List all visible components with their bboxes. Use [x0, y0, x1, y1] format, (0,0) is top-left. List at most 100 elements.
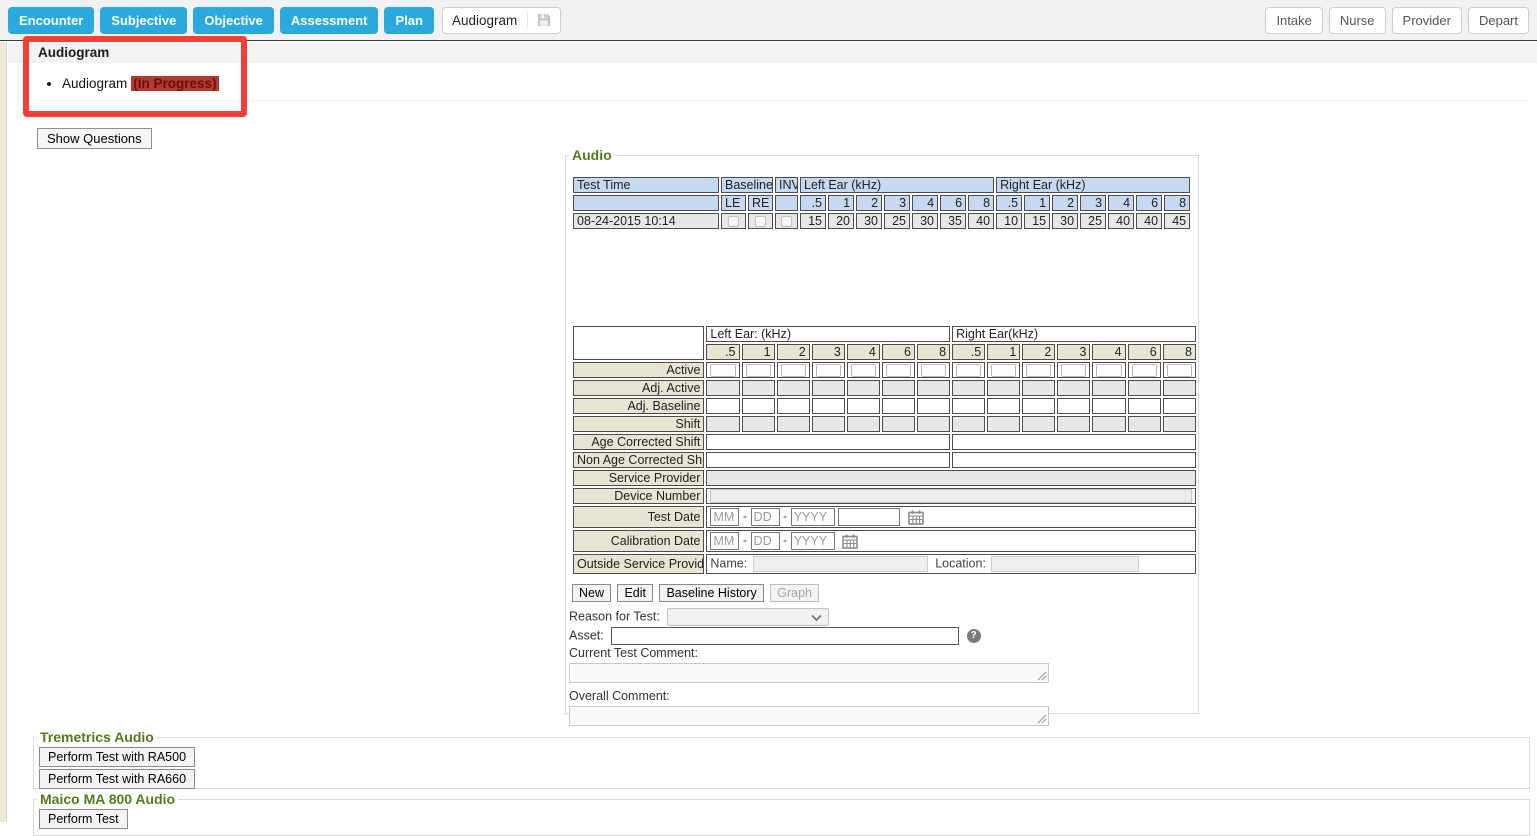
- asset-input[interactable]: [611, 627, 959, 645]
- calibration-date-dd-input[interactable]: [751, 532, 780, 550]
- perform-test-ra660-button[interactable]: Perform Test with RA660: [39, 769, 195, 789]
- right-value: 15: [1024, 213, 1050, 229]
- row-label-service-provider: Service Provider: [573, 470, 704, 486]
- new-button[interactable]: New: [572, 584, 611, 602]
- tab-audiogram[interactable]: Audiogram: [442, 7, 561, 34]
- calibration-date-yyyy-input[interactable]: [791, 532, 835, 550]
- outside-service-provider-row: Outside Service Provider Name: Location:: [573, 554, 1196, 574]
- date-separator: -: [743, 509, 747, 523]
- row-label-shift: Shift: [573, 416, 704, 432]
- calendar-icon[interactable]: [908, 510, 924, 525]
- intake-button[interactable]: Intake: [1265, 7, 1322, 34]
- reason-for-test-label: Reason for Test:: [569, 609, 660, 623]
- date-separator: -: [783, 533, 787, 547]
- adj-baseline-row: Adj. Baseline: [573, 398, 1196, 414]
- active-input[interactable]: [746, 364, 771, 377]
- left-value: 35: [940, 213, 966, 229]
- save-icon[interactable]: [527, 13, 551, 27]
- row-label-age-corrected-shift: Age Corrected Shift: [573, 434, 704, 450]
- freq-header: 6: [1128, 344, 1161, 360]
- maico-audio-panel: Maico MA 800 Audio Perform Test: [33, 791, 1530, 836]
- calendar-icon[interactable]: [842, 534, 858, 549]
- edit-button[interactable]: Edit: [617, 584, 653, 602]
- asset-label: Asset:: [569, 628, 604, 642]
- active-input[interactable]: [1061, 364, 1086, 377]
- freq-header: .5: [706, 344, 739, 360]
- outside-provider-location-input[interactable]: [991, 556, 1139, 572]
- maico-legend: Maico MA 800 Audio: [37, 791, 178, 807]
- freq-header: 3: [1057, 344, 1090, 360]
- right-ear-header: Right Ear(kHz): [952, 326, 1196, 342]
- reason-for-test-select[interactable]: [667, 608, 829, 626]
- col-baseline: Baseline: [721, 177, 773, 193]
- freq-header: 4: [912, 195, 938, 211]
- graph-button: Graph: [770, 584, 819, 602]
- outside-provider-name-input[interactable]: [753, 556, 928, 572]
- age-corrected-shift-row: Age Corrected Shift: [573, 434, 1196, 450]
- left-value: 25: [884, 213, 910, 229]
- row-label-device-number: Device Number: [573, 488, 704, 504]
- col-left-ear: Left Ear (kHz): [800, 177, 994, 193]
- audio-panel-legend: Audio: [569, 147, 615, 163]
- active-input[interactable]: [1132, 364, 1157, 377]
- freq-header: 6: [1136, 195, 1162, 211]
- active-input[interactable]: [781, 364, 806, 377]
- active-input[interactable]: [991, 364, 1016, 377]
- service-provider-row: Service Provider: [573, 470, 1196, 486]
- maico-perform-test-button[interactable]: Perform Test: [39, 809, 128, 829]
- overall-comment-textarea[interactable]: [569, 706, 1049, 726]
- freq-header: 8: [1163, 344, 1196, 360]
- current-test-comment-textarea[interactable]: [569, 663, 1049, 683]
- nurse-button[interactable]: Nurse: [1329, 7, 1386, 34]
- audiogram-document-link[interactable]: Audiogram: [62, 76, 127, 91]
- show-questions-button[interactable]: Show Questions: [37, 128, 152, 149]
- location-label: Location:: [935, 556, 986, 570]
- active-input[interactable]: [710, 364, 735, 377]
- active-input[interactable]: [921, 364, 946, 377]
- freq-header: 1: [987, 344, 1020, 360]
- right-value: 45: [1164, 213, 1190, 229]
- left-ear-header: Left Ear: (kHz): [706, 326, 950, 342]
- active-input[interactable]: [956, 364, 981, 377]
- inv-checkbox[interactable]: [781, 216, 792, 227]
- calibration-date-mm-input[interactable]: [710, 532, 739, 550]
- active-input[interactable]: [816, 364, 841, 377]
- row-label-adj-baseline: Adj. Baseline: [573, 398, 704, 414]
- active-input[interactable]: [886, 364, 911, 377]
- perform-test-ra500-button[interactable]: Perform Test with RA500: [39, 747, 195, 767]
- page-title: Audiogram: [38, 45, 109, 60]
- nav-encounter-button[interactable]: Encounter: [8, 7, 94, 34]
- freq-header: .5: [996, 195, 1022, 211]
- table-row[interactable]: 08-24-2015 10:14 15 20 30 25 30 35 40 10…: [573, 213, 1190, 229]
- freq-header: 3: [884, 195, 910, 211]
- nav-subjective-button[interactable]: Subjective: [100, 7, 187, 34]
- baseline-history-button[interactable]: Baseline History: [659, 584, 763, 602]
- test-date-yyyy-input[interactable]: [791, 508, 835, 526]
- device-number-input[interactable]: [710, 489, 1192, 503]
- row-label-outside-service-provider: Outside Service Provider: [573, 554, 704, 574]
- provider-button[interactable]: Provider: [1392, 7, 1462, 34]
- nav-plan-button[interactable]: Plan: [384, 7, 433, 34]
- audio-entry-table: Left Ear: (kHz) Right Ear(kHz) .5 1 2 3 …: [571, 324, 1198, 576]
- active-input[interactable]: [1167, 364, 1192, 377]
- resize-grip-icon: [1037, 714, 1047, 724]
- baseline-re-checkbox[interactable]: [755, 216, 766, 227]
- resize-grip-icon: [1037, 671, 1047, 681]
- depart-button[interactable]: Depart: [1468, 7, 1529, 34]
- row-label-adj-active: Adj. Active: [573, 380, 704, 396]
- nav-objective-button[interactable]: Objective: [193, 7, 274, 34]
- empty-header-cell: [573, 195, 719, 211]
- active-input[interactable]: [1026, 364, 1051, 377]
- help-icon[interactable]: ?: [967, 629, 981, 643]
- active-input[interactable]: [851, 364, 876, 377]
- nav-assessment-button[interactable]: Assessment: [280, 7, 379, 34]
- test-date-time-input[interactable]: [838, 508, 900, 526]
- freq-header: 2: [1022, 344, 1055, 360]
- active-input[interactable]: [1096, 364, 1121, 377]
- test-date-mm-input[interactable]: [710, 508, 739, 526]
- test-date-dd-input[interactable]: [751, 508, 780, 526]
- baseline-le-checkbox[interactable]: [728, 216, 739, 227]
- freq-header: 4: [1108, 195, 1134, 211]
- asset-row: Asset: ?: [569, 627, 981, 645]
- device-number-row: Device Number: [573, 488, 1196, 504]
